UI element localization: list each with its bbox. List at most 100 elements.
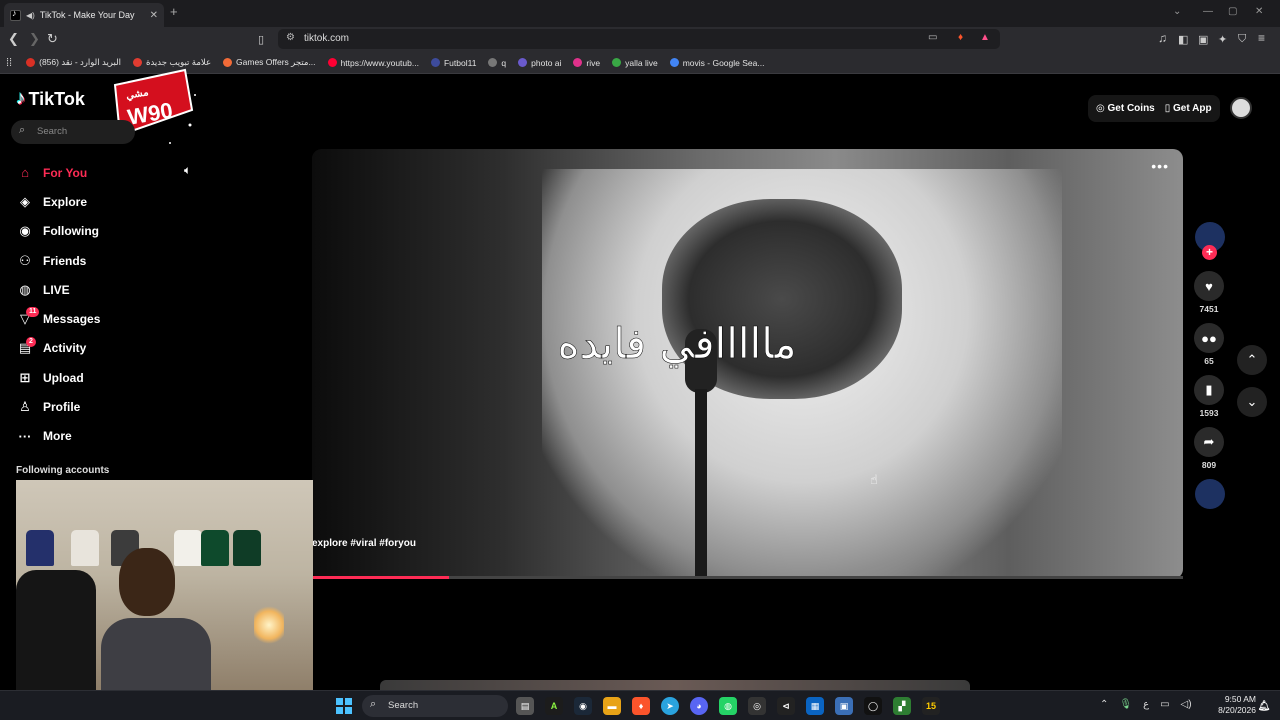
sidebar-icon[interactable]: ◧	[1178, 33, 1188, 46]
minimize-button[interactable]: —	[1203, 6, 1213, 17]
whatsapp-icon[interactable]: ◍	[719, 697, 737, 715]
app-icon-fifteen[interactable]: 15	[922, 697, 940, 715]
previous-video-button[interactable]: ⌃	[1237, 345, 1267, 375]
sidebar-item-activity[interactable]: ▤ 2 Activity	[16, 334, 166, 363]
reload-button[interactable]: ↻	[47, 31, 58, 47]
vpn-icon[interactable]: ⛉	[1238, 33, 1246, 46]
following-icon: ◉	[19, 223, 31, 239]
bookmark-item[interactable]: rive	[573, 58, 600, 68]
sidebar-item-more[interactable]: ··· More	[16, 422, 166, 451]
bookmark-item[interactable]: https://www.youtub...	[327, 58, 419, 68]
close-tab-icon[interactable]: ✕	[150, 10, 158, 21]
sidebar-nav: ⌂ For You ◈ Explore ◉ Following ⚇ Friends ◍ LIVE ▽…	[16, 158, 166, 451]
like-count: 7451	[1199, 304, 1219, 314]
sidebar-item-friends[interactable]: ⚇ Friends	[16, 246, 166, 275]
task-view-icon[interactable]: ▤	[516, 697, 534, 715]
forward-button[interactable]: ❯	[29, 31, 40, 47]
video-progress-fill	[312, 576, 449, 579]
microphone-icon[interactable]: 🎙︎	[1119, 699, 1132, 710]
taskbar-search[interactable]: ⌕ Search	[362, 695, 508, 717]
brave-rewards-icon[interactable]: ▲	[980, 32, 990, 43]
video-more-options-icon[interactable]: •••	[1151, 158, 1169, 174]
video-hashtags[interactable]: explore #viral #foryou	[312, 538, 416, 549]
search-icon: ⌕	[19, 124, 26, 136]
network-icon[interactable]: ▭	[1160, 699, 1169, 710]
file-explorer-icon[interactable]: ▬	[603, 697, 621, 715]
new-tab-button[interactable]: +	[170, 4, 178, 19]
next-video-button[interactable]: ⌄	[1237, 387, 1267, 417]
bookmark-item[interactable]: movis - Google Sea...	[669, 58, 764, 68]
wallet-icon[interactable]: ▣	[1198, 33, 1208, 46]
apps-grid-icon[interactable]: ⁞⁞	[6, 57, 12, 69]
media-icon[interactable]: ♫	[1158, 31, 1167, 45]
phone-icon: ▯	[1164, 103, 1174, 114]
chevron-down-icon[interactable]: ⌄	[1173, 6, 1181, 17]
maximize-button[interactable]: ▢	[1228, 6, 1237, 17]
bookmark-favicon-icon	[430, 58, 440, 67]
volume-tray-icon[interactable]: ◁)	[1181, 699, 1192, 710]
sidebar-item-messages[interactable]: ▽ 11 Messages	[16, 304, 166, 333]
video-progress-bar[interactable]	[312, 576, 1183, 579]
browser-tab[interactable]: ◀) TikTok - Make Your Day ✕	[4, 3, 164, 27]
next-video-preview	[380, 680, 970, 690]
save-count: 1593	[1199, 408, 1219, 418]
close-window-button[interactable]: ✕	[1255, 6, 1263, 17]
language-indicator[interactable]: ع	[1143, 699, 1149, 710]
notification-bell-icon[interactable]: 🔔︎	[1255, 697, 1273, 715]
tiktok-logo[interactable]: ♪ TikTok	[16, 88, 85, 110]
notification-badge: 11	[26, 307, 40, 318]
brave-browser-icon[interactable]: ♦	[632, 697, 650, 715]
like-button[interactable]: ♥ 7451	[1193, 271, 1225, 314]
bookmark-icon[interactable]: ▯	[258, 33, 264, 46]
user-avatar[interactable]	[1230, 97, 1252, 119]
sidebar-item-profile[interactable]: ♙ Profile	[16, 392, 166, 421]
sidebar-item-following[interactable]: ◉ Following	[16, 217, 166, 246]
app-icon-search[interactable]: ◯	[864, 697, 882, 715]
bookmark-item[interactable]: Futbol11	[430, 58, 476, 68]
bookmark-item[interactable]: photo ai	[518, 58, 561, 68]
comment-button[interactable]: ●● 65	[1193, 323, 1225, 366]
bookmark-favicon-icon	[488, 58, 498, 67]
bookmark-favicon-icon	[669, 58, 679, 67]
sidebar-item-live[interactable]: ◍ LIVE	[16, 275, 166, 304]
sidebar-item-explore[interactable]: ◈ Explore	[16, 187, 166, 216]
app-icon-green[interactable]: ▞	[893, 697, 911, 715]
follow-plus-button[interactable]: +	[1202, 245, 1217, 260]
save-button[interactable]: ▮ 1593	[1193, 375, 1225, 418]
discord-icon[interactable]: ◕	[690, 697, 708, 715]
get-app-button[interactable]: ▯ Get App	[1165, 103, 1212, 114]
brave-shields-icon[interactable]: ♦	[958, 32, 963, 43]
more-icon: ···	[18, 428, 32, 444]
sidebar-item-for-you[interactable]: ⌂ For You	[16, 158, 166, 187]
taskbar-clock[interactable]: 9:50 AM 8/20/2026	[1208, 694, 1256, 716]
app-icon-blue[interactable]: ▦	[806, 697, 824, 715]
top-right-actions: ◎ Get Coins ▯ Get App	[1088, 95, 1220, 122]
volume-icon[interactable]: 🔈︎	[184, 163, 191, 178]
sidebar-item-upload[interactable]: ⊞ Upload	[16, 363, 166, 392]
capcut-icon[interactable]: ⊲	[777, 697, 795, 715]
site-info-icon[interactable]: ⚙	[286, 32, 295, 43]
bookmark-item[interactable]: q	[488, 58, 506, 68]
bookmark-item[interactable]: Games Offers متجر...	[223, 57, 316, 68]
telegram-icon[interactable]: ➤	[661, 697, 679, 715]
profile-icon: ♙	[19, 399, 31, 415]
leo-ai-icon[interactable]: ✦	[1218, 33, 1227, 46]
windows-start-button[interactable]	[336, 698, 352, 714]
menu-icon[interactable]: ≡	[1258, 31, 1265, 45]
back-button[interactable]: ❮	[8, 31, 19, 47]
share-button[interactable]: ➦ 809	[1193, 427, 1225, 470]
steam-icon[interactable]: ◉	[574, 697, 592, 715]
tray-chevron-up-icon[interactable]: ⌃	[1100, 699, 1108, 710]
search-input[interactable]: ⌕ Search	[11, 120, 135, 144]
obs-icon[interactable]: ◎	[748, 697, 766, 715]
app-icon-window[interactable]: ▣	[835, 697, 853, 715]
bookmark-item[interactable]: yalla live	[612, 58, 658, 68]
get-coins-button[interactable]: ◎ Get Coins	[1096, 103, 1155, 114]
cast-icon[interactable]: ▭	[928, 32, 937, 43]
app-icon-a[interactable]: A	[545, 697, 563, 715]
bookmark-favicon-icon	[223, 58, 233, 67]
video-player[interactable]: ••• مااااافي فايده	[312, 149, 1183, 579]
music-disc-avatar[interactable]	[1195, 479, 1225, 509]
address-bar[interactable]: ⚙ tiktok.com ▭ ♦ ▲	[278, 29, 1000, 49]
upload-icon: ⊞	[19, 369, 31, 385]
